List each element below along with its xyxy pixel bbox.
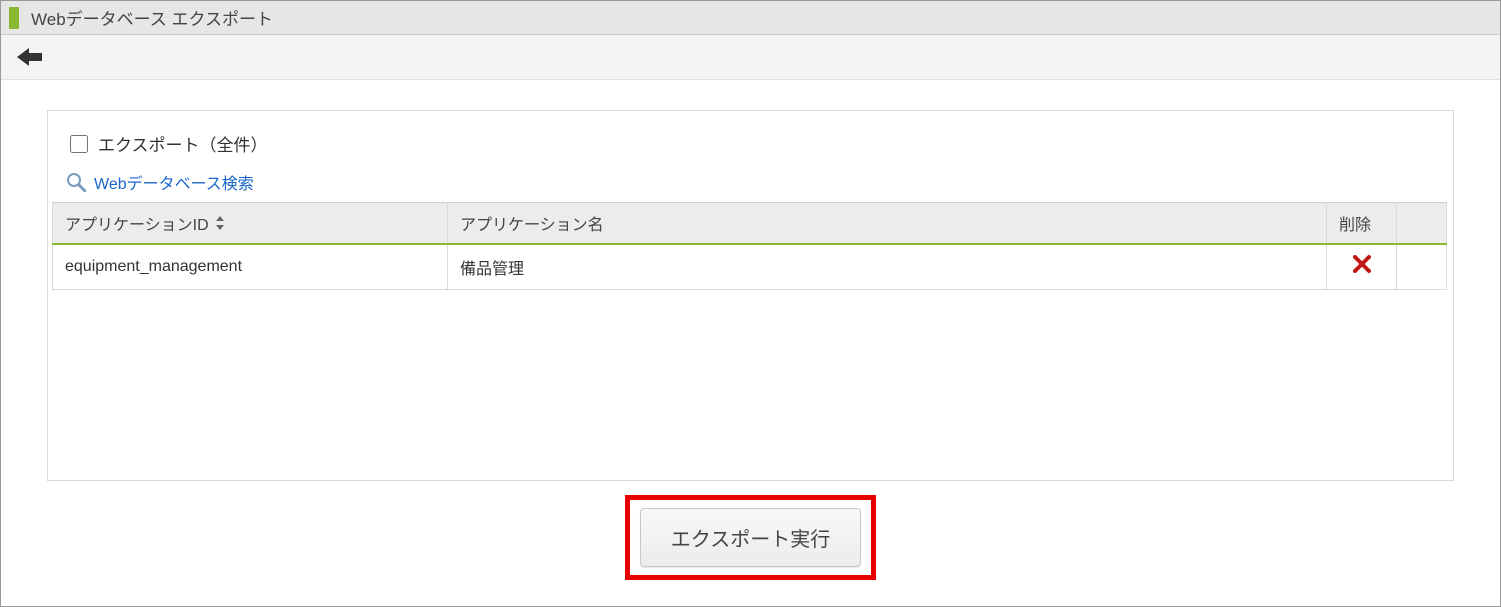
col-header-delete-label: 削除: [1339, 217, 1371, 234]
export-all-label: エクスポート（全件）: [98, 131, 268, 156]
title-accent: [9, 7, 19, 29]
col-header-app-id[interactable]: アプリケーションID: [53, 203, 448, 245]
table-row: equipment_management 備品管理: [53, 244, 1447, 290]
toolbar: [1, 35, 1500, 80]
webdb-search-link[interactable]: Webデータベース検索: [94, 170, 254, 194]
sort-icon: [215, 216, 229, 230]
highlight-frame: エクスポート実行: [625, 495, 876, 580]
cell-app-id: equipment_management: [53, 244, 448, 290]
cell-delete: [1327, 244, 1397, 290]
back-button[interactable]: [17, 47, 43, 67]
back-arrow-icon: [17, 47, 43, 67]
col-header-spacer: [1397, 203, 1447, 245]
col-header-app-name-label: アプリケーション名: [460, 217, 604, 234]
export-all-checkbox[interactable]: [70, 135, 88, 153]
cell-spacer: [1397, 244, 1447, 290]
col-header-app-name[interactable]: アプリケーション名: [448, 203, 1327, 245]
cell-app-name: 備品管理: [448, 244, 1327, 290]
title-bar: Webデータベース エクスポート: [1, 1, 1500, 35]
page-title: Webデータベース エクスポート: [31, 5, 273, 30]
export-run-button[interactable]: エクスポート実行: [640, 508, 861, 567]
panel-blank-area: [48, 290, 1453, 480]
search-row: Webデータベース検索: [48, 170, 1453, 202]
delete-row-button[interactable]: [1353, 256, 1371, 278]
button-row: エクスポート実行: [47, 481, 1454, 590]
export-all-row: エクスポート（全件）: [48, 131, 1453, 170]
application-table: アプリケーションID アプリケーション名: [52, 202, 1447, 290]
app-window: Webデータベース エクスポート エクスポート（全件）: [0, 0, 1501, 607]
col-header-delete: 削除: [1327, 203, 1397, 245]
export-panel: エクスポート（全件） Webデータベース検索 アプリケーションID: [47, 110, 1454, 481]
col-header-app-id-label: アプリケーションID: [65, 217, 209, 234]
search-icon: [66, 172, 86, 192]
content-area: エクスポート（全件） Webデータベース検索 アプリケーションID: [1, 80, 1500, 590]
delete-icon: [1353, 255, 1371, 273]
table-header-row: アプリケーションID アプリケーション名: [53, 203, 1447, 245]
